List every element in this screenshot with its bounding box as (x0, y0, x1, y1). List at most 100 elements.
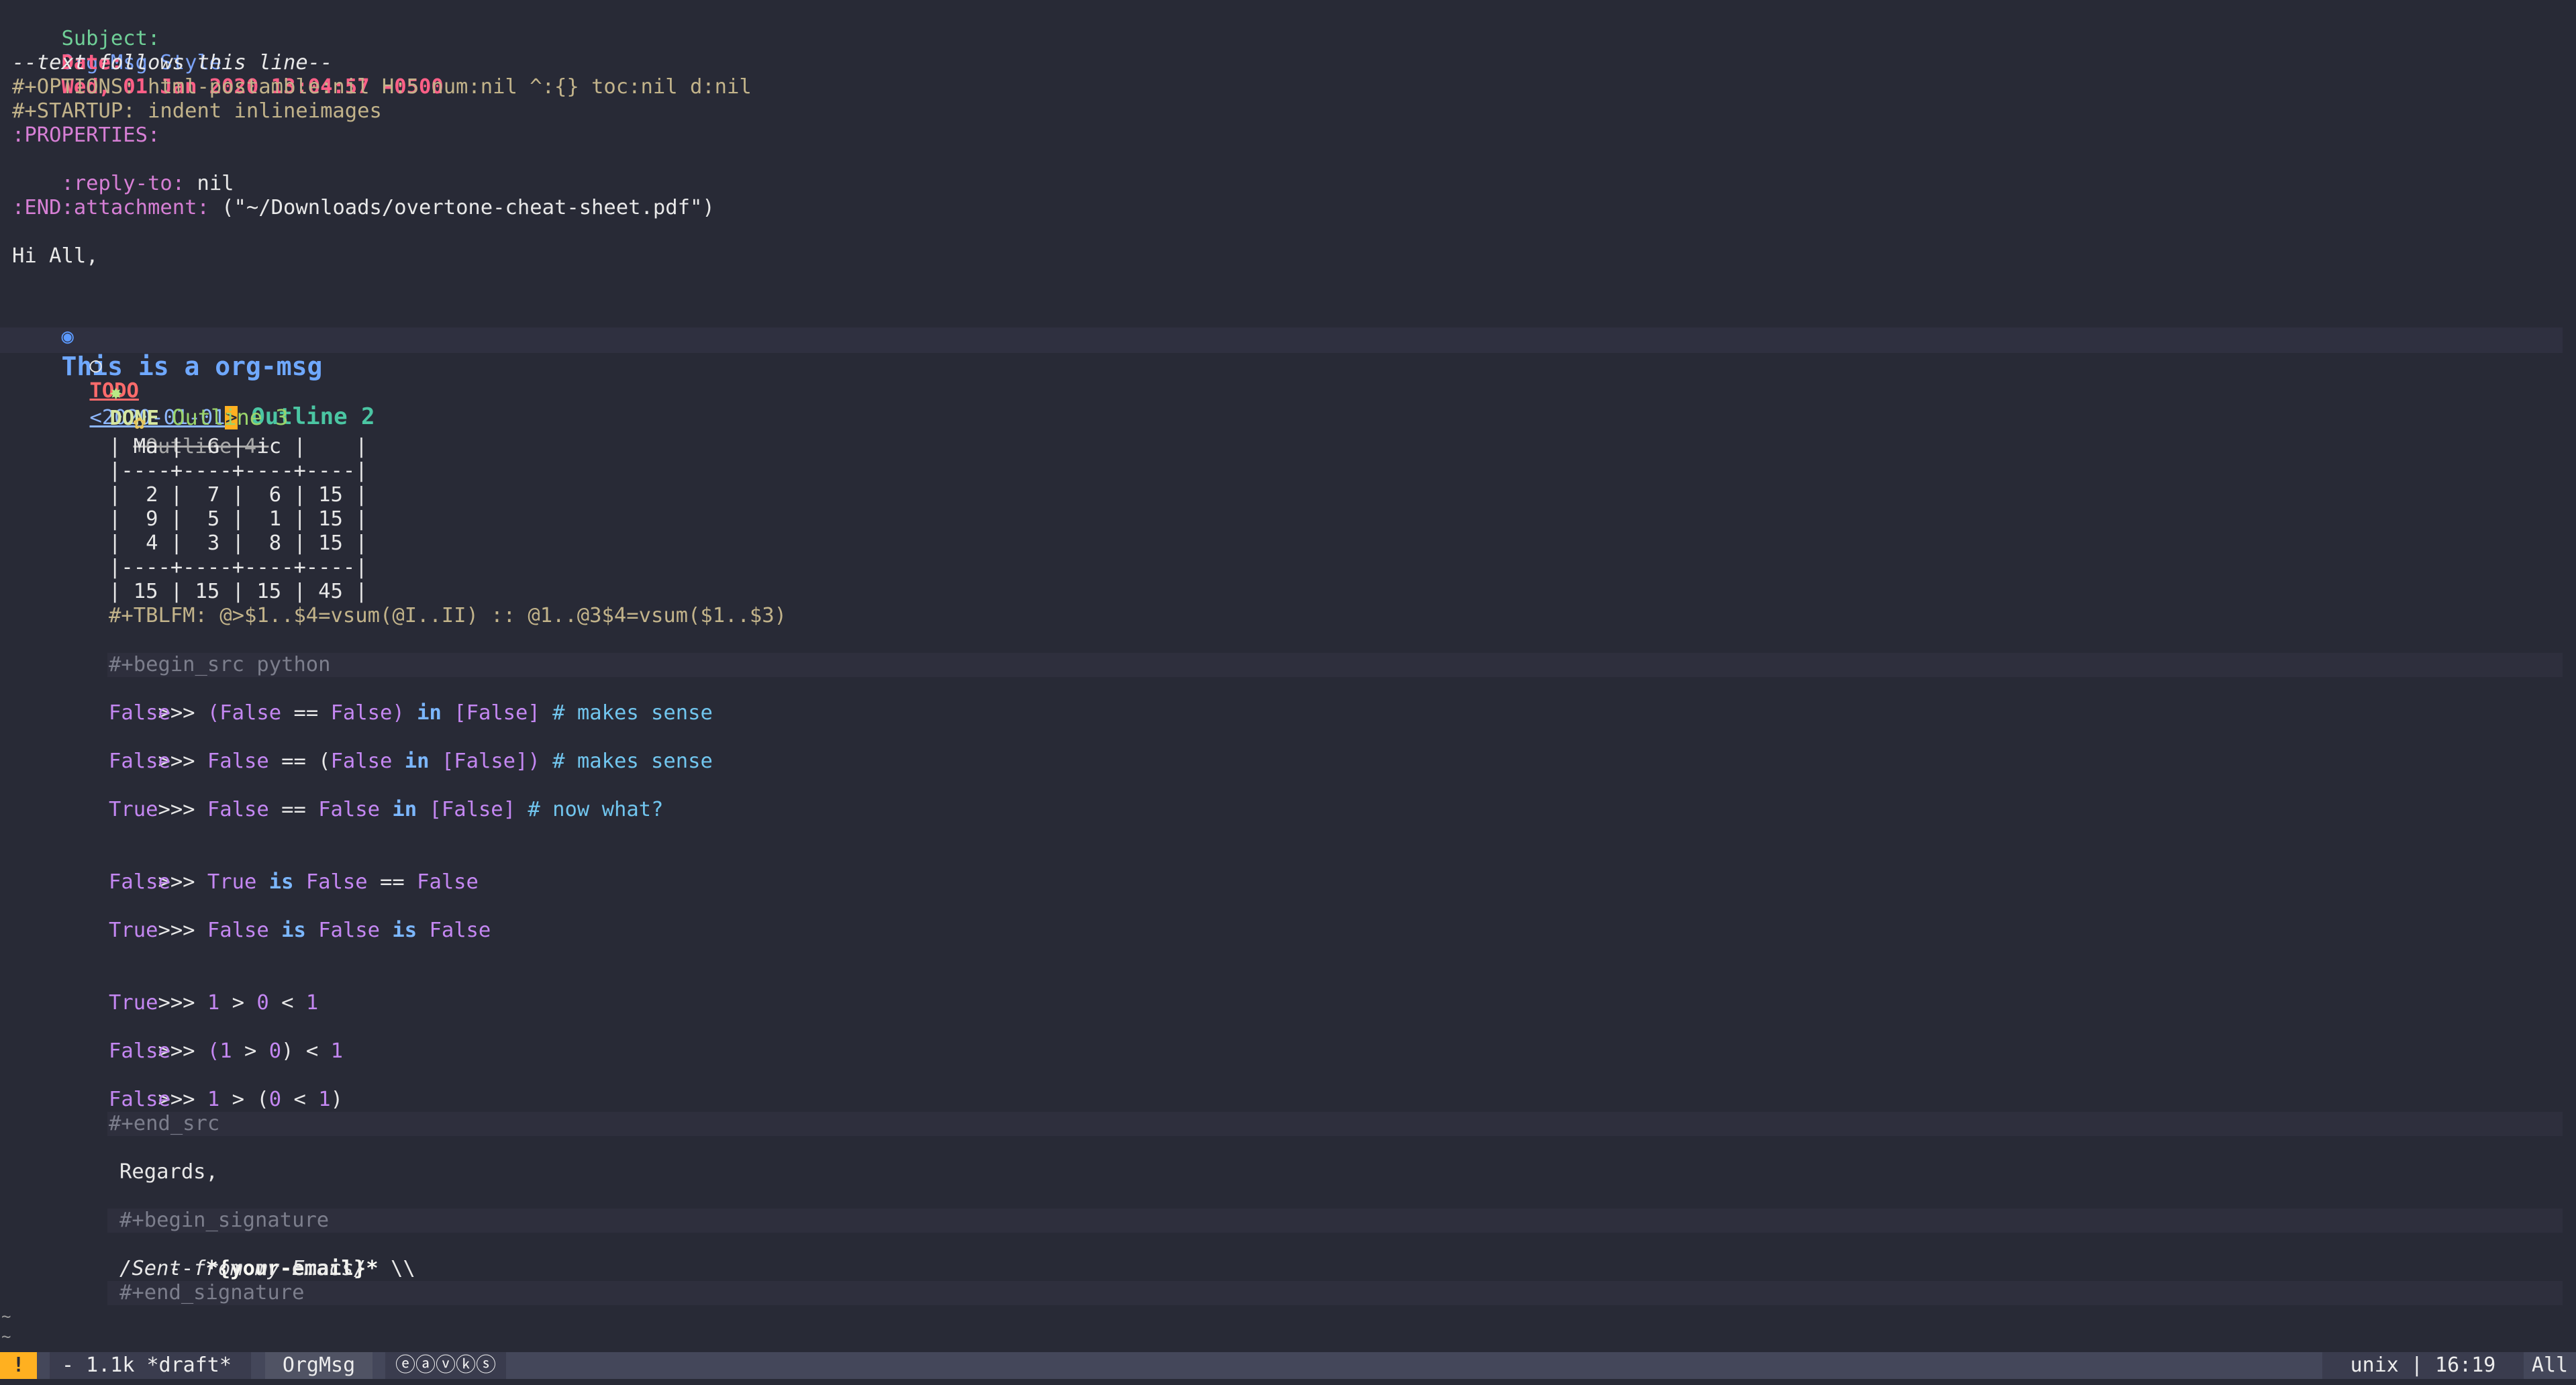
attachment-key: :attachment: (61, 196, 209, 219)
code-line[interactable]: >>> 1 > 0 < 1 (109, 967, 318, 1015)
code-token: 1 (305, 991, 319, 1015)
code-token: > (219, 991, 257, 1015)
code-output[interactable]: False (109, 701, 170, 725)
code-token: == (281, 701, 331, 725)
signature-sent-from[interactable]: /Sent from my Emacs/ (119, 1257, 366, 1281)
code-token: False (454, 750, 516, 773)
major-mode[interactable]: OrgMsg (265, 1352, 373, 1379)
signature-end[interactable]: #+end_signature (119, 1281, 304, 1305)
closing[interactable]: Regards, (119, 1160, 218, 1184)
src-end-bg (107, 1112, 2563, 1136)
signature-linebreak: \\ (378, 1257, 415, 1280)
signature-line[interactable]: -- *{your-email}* \\ (119, 1233, 415, 1280)
flower-bullet-icon: ✿ (133, 411, 146, 434)
mode-line[interactable]: ! - 1.1k *draft* OrgMsg ⓔⓐⓥⓚⓢ unix | 16:… (0, 1352, 2576, 1379)
src-end[interactable]: #+end_src (109, 1112, 219, 1136)
greeting[interactable]: Hi All, (12, 244, 99, 268)
code-token: [ (441, 701, 466, 725)
code-token: ]) (515, 750, 553, 773)
sig-begin-bg (107, 1209, 2563, 1233)
code-token: True (207, 870, 257, 894)
code-line[interactable]: >>> (1 > 0) < 1 (109, 1015, 343, 1063)
sig-end-bg (107, 1281, 2563, 1305)
heading-level-3[interactable]: ✸ DONE Outline 3 (60, 357, 288, 430)
code-token: 1 (207, 1088, 220, 1111)
signature-begin[interactable]: #+begin_signature (119, 1209, 329, 1233)
reply-to-property[interactable]: :reply-to: nil (12, 148, 234, 195)
code-token: 1 (330, 1039, 343, 1063)
code-token: False (207, 750, 269, 773)
code-token: False (207, 919, 269, 942)
code-token: False (417, 870, 479, 894)
code-output[interactable]: True (109, 798, 158, 822)
table-row[interactable]: | 15 | 15 | 15 | 45 | (109, 580, 368, 604)
table-row[interactable]: | 9 | 5 | 1 | 15 | (109, 507, 368, 531)
code-token: False (207, 798, 269, 821)
code-output[interactable]: False (109, 750, 170, 774)
properties-drawer-start[interactable]: :PROPERTIES: (12, 123, 160, 148)
table-row[interactable]: |----+----+----+----| (109, 556, 368, 580)
code-token: ) < (281, 1039, 331, 1063)
encoding-position[interactable]: unix | 16:19 (2322, 1352, 2524, 1379)
code-token: False (330, 750, 393, 773)
code-token: 1 (318, 1088, 331, 1111)
warning-icon[interactable]: ! (0, 1352, 37, 1379)
subject-line[interactable]: Subject: Org-Msg Style (12, 3, 221, 74)
code-token: False (466, 701, 528, 725)
code-output[interactable]: True (109, 991, 158, 1015)
code-token: > ( (219, 1088, 269, 1111)
code-keyword: in (404, 750, 430, 773)
code-keyword: in (417, 701, 442, 725)
code-token: False (305, 870, 368, 894)
code-line[interactable]: >>> True is False == False (109, 846, 478, 894)
code-token: ( (207, 1039, 220, 1063)
scroll-position[interactable]: All (2524, 1352, 2576, 1379)
code-token: == ( (268, 750, 331, 773)
fringe-tilde: ~ (1, 1307, 11, 1326)
code-token: False (441, 798, 503, 821)
attachment-property[interactable]: :attachment: ("~/Downloads/overtone-chea… (12, 172, 714, 219)
table-row[interactable]: |----+----+----+----| (109, 459, 368, 483)
code-token: ( (207, 701, 220, 725)
repl-prompt: >>> (158, 798, 207, 821)
table-row[interactable]: | 4 | 3 | 8 | 15 | (109, 531, 368, 556)
code-output[interactable]: False (109, 1088, 170, 1112)
heading-level-1[interactable]: ◉ This is a org-msg (12, 293, 322, 381)
code-token: > (232, 1039, 269, 1063)
code-token: < (268, 991, 306, 1015)
heading-level-2[interactable]: ○ TODO <2020-01-01> Outline 2 (40, 327, 375, 429)
options-directive[interactable]: #+OPTIONS: html-postamble:nil H:5 num:ni… (12, 75, 752, 99)
code-keyword: is (256, 870, 306, 894)
date-line[interactable]: Date: Wed, 01 Jan 2020 13:04:57 -0500 (12, 27, 443, 99)
code-line[interactable]: >>> (False == False) in [False] # makes … (109, 677, 712, 725)
code-line[interactable]: >>> False is False is False (109, 894, 491, 942)
code-keyword: is (380, 919, 430, 942)
heading-level-4[interactable]: ✿ +Outline 4+ (84, 387, 268, 458)
code-token: == (268, 798, 319, 821)
attachment-value: ("~/Downloads/overtone-cheat-sheet.pdf") (209, 196, 715, 219)
buffer-info[interactable]: - 1.1k *draft* (50, 1352, 251, 1379)
src-begin-bg (107, 653, 2563, 677)
code-line[interactable]: >>> 1 > (0 < 1) (109, 1064, 343, 1111)
src-begin[interactable]: #+begin_src python (109, 653, 331, 677)
code-token: 1 (207, 991, 220, 1015)
current-line-highlight (0, 327, 2563, 353)
code-token: [ (417, 798, 442, 821)
code-comment: # now what? (528, 798, 664, 821)
table-row[interactable]: | 2 | 7 | 6 | 15 | (109, 483, 368, 507)
table-row[interactable]: | Ma | G | ic | | (109, 435, 368, 459)
code-output[interactable]: False (109, 870, 170, 894)
table-formula[interactable]: #+TBLFM: @>$1..$4=vsum(@I..II) :: @1..@3… (109, 604, 787, 628)
code-output[interactable]: False (109, 1039, 170, 1064)
code-token: ) (330, 1088, 343, 1111)
editor-buffer[interactable]: Subject: Org-Msg Style Date: Wed, 01 Jan… (0, 0, 2576, 1349)
startup-directive[interactable]: #+STARTUP: indent inlineimages (12, 99, 382, 123)
code-token: 0 (268, 1039, 282, 1063)
code-token: 0 (268, 1088, 282, 1111)
properties-drawer-end[interactable]: :END: (12, 196, 74, 220)
code-line[interactable]: >>> False == (False in [False]) # makes … (109, 725, 712, 773)
minor-modes[interactable]: ⓔⓐⓥⓚⓢ (385, 1352, 506, 1379)
code-token: False (318, 919, 381, 942)
code-line[interactable]: >>> False == False in [False] # now what… (109, 774, 663, 821)
code-output[interactable]: True (109, 919, 158, 943)
